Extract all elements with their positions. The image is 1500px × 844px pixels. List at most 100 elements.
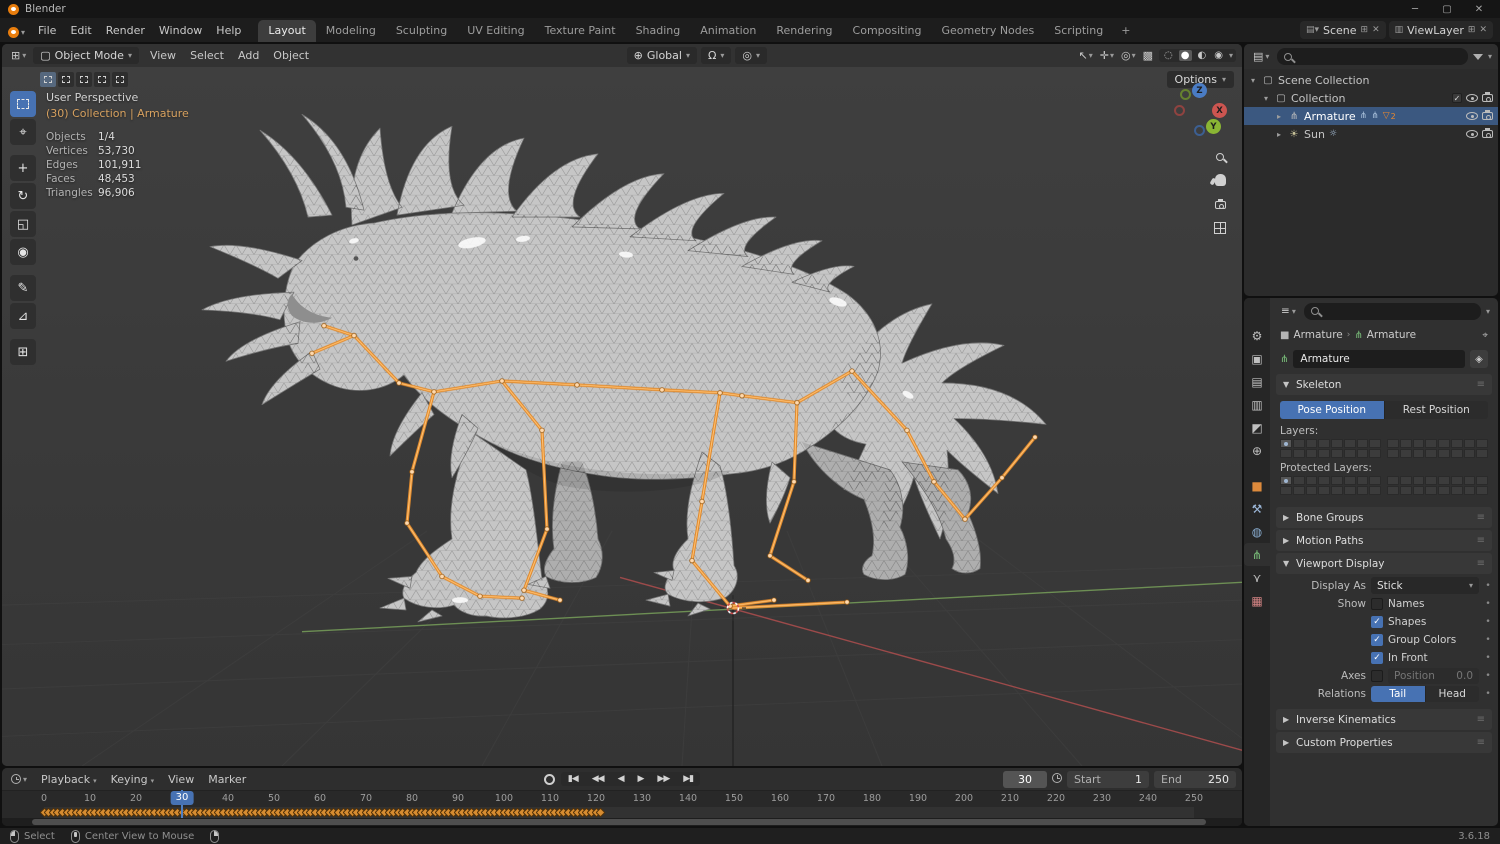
properties-tab-constraints[interactable]: ⚒ <box>1244 497 1270 520</box>
disable-in-renders-toggle[interactable] <box>1482 92 1493 102</box>
name-field[interactable]: Armature <box>1293 350 1465 368</box>
axis-x-negative-button[interactable] <box>1174 105 1185 116</box>
armature-layer-11[interactable] <box>1318 449 1330 458</box>
current-frame-field[interactable]: 30 <box>1003 770 1047 788</box>
armature-layer-30[interactable] <box>1463 449 1476 458</box>
workspace-tab-texture-paint[interactable]: Texture Paint <box>535 20 626 42</box>
outliner-row-armature[interactable]: ▸ ⋔ Armature ⋔ ⋔ ▽ 2 <box>1244 107 1498 125</box>
protected-layer-28[interactable] <box>1438 486 1450 495</box>
shading-solid-button[interactable]: ● <box>1178 50 1192 61</box>
relations-head-button[interactable]: Head <box>1424 685 1479 702</box>
select-mode-intersect-button[interactable] <box>112 72 128 87</box>
tool-rotate[interactable]: ↻ <box>10 183 36 209</box>
viewport-menu-add[interactable]: Add <box>231 47 266 64</box>
armature-layer-10[interactable] <box>1305 449 1318 458</box>
armature-layer-19[interactable] <box>1425 439 1437 448</box>
armature-layer-8[interactable] <box>1280 449 1292 458</box>
tool-annotate[interactable]: ✎ <box>10 275 36 301</box>
collection-checkbox[interactable]: ✓ <box>1452 93 1462 103</box>
armature-layer-13[interactable] <box>1343 449 1356 458</box>
select-mode-invert-button[interactable] <box>94 72 110 87</box>
app-menu-button[interactable]: ▾ <box>4 27 31 42</box>
menu-help[interactable]: Help <box>209 22 248 39</box>
protected-layer-9[interactable] <box>1292 486 1305 495</box>
properties-tab-output[interactable]: ▤ <box>1244 370 1270 393</box>
axes-position-slider[interactable]: Position 0.0 <box>1388 667 1479 684</box>
playhead[interactable]: 30 <box>170 790 194 818</box>
axis-z-negative-button[interactable] <box>1194 125 1205 136</box>
fake-user-button[interactable]: ◈ <box>1470 350 1488 368</box>
hide-in-viewport-toggle[interactable] <box>1466 94 1478 102</box>
frame-end-field[interactable]: End 250 <box>1154 770 1236 788</box>
camera-view-button[interactable] <box>1214 199 1226 212</box>
armature-layer-15[interactable] <box>1369 449 1381 458</box>
tool-cursor[interactable]: ⌖ <box>10 119 36 145</box>
properties-search-input[interactable] <box>1303 302 1481 320</box>
protected-layer-26[interactable] <box>1412 486 1425 495</box>
protected-layer-12[interactable] <box>1331 486 1343 495</box>
properties-options-dropdown[interactable]: ▾ <box>1486 307 1490 316</box>
viewport-menu-view[interactable]: View <box>143 47 183 64</box>
tool-transform[interactable]: ◉ <box>10 239 36 265</box>
workspace-tab-scripting[interactable]: Scripting <box>1044 20 1113 42</box>
frame-start-field[interactable]: Start 1 <box>1067 770 1149 788</box>
armature-layer-2[interactable] <box>1305 439 1318 448</box>
unlink-scene-button[interactable]: ✕ <box>1372 25 1380 35</box>
checkbox-group-colors[interactable]: ✓ <box>1371 633 1383 646</box>
workspace-tab-animation[interactable]: Animation <box>690 20 766 42</box>
properties-editor-type-button[interactable]: ≡ ▾ <box>1278 305 1299 317</box>
timeline-menu-playback[interactable]: Playback ▾ <box>34 771 104 788</box>
filter-dropdown[interactable]: ▾ <box>1488 52 1492 61</box>
shading-dropdown[interactable]: ▾ <box>1229 51 1233 60</box>
proportional-editing-button[interactable]: ◎ ▾ <box>735 47 768 64</box>
properties-tab-view-layer[interactable]: ▥ <box>1244 393 1270 416</box>
protected-layer-6[interactable] <box>1356 476 1369 485</box>
armature-layer-12[interactable] <box>1331 449 1343 458</box>
armature-layer-27[interactable] <box>1425 449 1437 458</box>
protected-layer-4[interactable] <box>1331 476 1343 485</box>
decorator-dot[interactable]: • <box>1484 581 1492 591</box>
timeline-body[interactable]: 0 10 20 30 40 50 60 70 80 90 100 110 120 130 140 150 160… <box>2 790 1242 826</box>
select-mode-new-button[interactable] <box>40 72 56 87</box>
armature-layer-28[interactable] <box>1438 449 1450 458</box>
protected-layer-8[interactable] <box>1280 486 1292 495</box>
close-button[interactable]: ✕ <box>1466 4 1492 15</box>
armature-layer-6[interactable] <box>1356 439 1369 448</box>
properties-tab-scene[interactable]: ◩ <box>1244 416 1270 439</box>
protected-layer-25[interactable] <box>1399 486 1412 495</box>
minimize-button[interactable]: ─ <box>1402 4 1428 15</box>
panel-header-skeleton[interactable]: ▼ Skeleton ≡ <box>1276 374 1492 395</box>
viewport-menu-select[interactable]: Select <box>183 47 231 64</box>
armature-layer-3[interactable] <box>1318 439 1330 448</box>
properties-tab-world[interactable]: ⊕ <box>1244 439 1270 462</box>
decorator-dot[interactable]: • <box>1484 653 1492 663</box>
tool-scale[interactable]: ◱ <box>10 211 36 237</box>
armature-layer-22[interactable] <box>1463 439 1476 448</box>
show-gizmo-toggle[interactable]: ✛ ▾ <box>1099 49 1115 62</box>
properties-tab-physics[interactable]: ◍ <box>1244 520 1270 543</box>
workspace-tab-compositing[interactable]: Compositing <box>843 20 932 42</box>
panel-header-motion-paths[interactable]: ▶ Motion Paths ≡ <box>1276 530 1492 551</box>
armature-layer-21[interactable] <box>1450 439 1463 448</box>
remove-view-layer-button[interactable]: ✕ <box>1479 25 1487 35</box>
protected-layer-20[interactable] <box>1438 476 1450 485</box>
protected-layer-27[interactable] <box>1425 486 1437 495</box>
tool-select-box[interactable] <box>10 91 36 117</box>
transform-orientation-dropdown[interactable]: ⊕ Global ▾ <box>626 47 697 64</box>
timeline-menu-keying[interactable]: Keying ▾ <box>104 771 161 788</box>
panel-header-viewport-display[interactable]: ▼ Viewport Display ≡ <box>1276 553 1492 574</box>
panel-header-bone-groups[interactable]: ▶ Bone Groups ≡ <box>1276 507 1492 528</box>
timeline-menu-view[interactable]: View <box>161 771 201 788</box>
armature-layer-24[interactable] <box>1387 449 1399 458</box>
protected-layer-19[interactable] <box>1425 476 1437 485</box>
workspace-tab-geometry-nodes[interactable]: Geometry Nodes <box>931 20 1044 42</box>
play-reverse-button[interactable]: ◀ <box>611 772 631 786</box>
disable-in-renders-toggle[interactable] <box>1482 128 1493 138</box>
tool-move[interactable]: + <box>10 155 36 181</box>
protected-layer-0[interactable] <box>1280 476 1292 485</box>
armature-layer-17[interactable] <box>1399 439 1412 448</box>
tool-add-cube[interactable]: ⊞ <box>10 339 36 365</box>
armature-layer-29[interactable] <box>1450 449 1463 458</box>
armature-layer-16[interactable] <box>1387 439 1399 448</box>
viewport-menu-object[interactable]: Object <box>266 47 316 64</box>
